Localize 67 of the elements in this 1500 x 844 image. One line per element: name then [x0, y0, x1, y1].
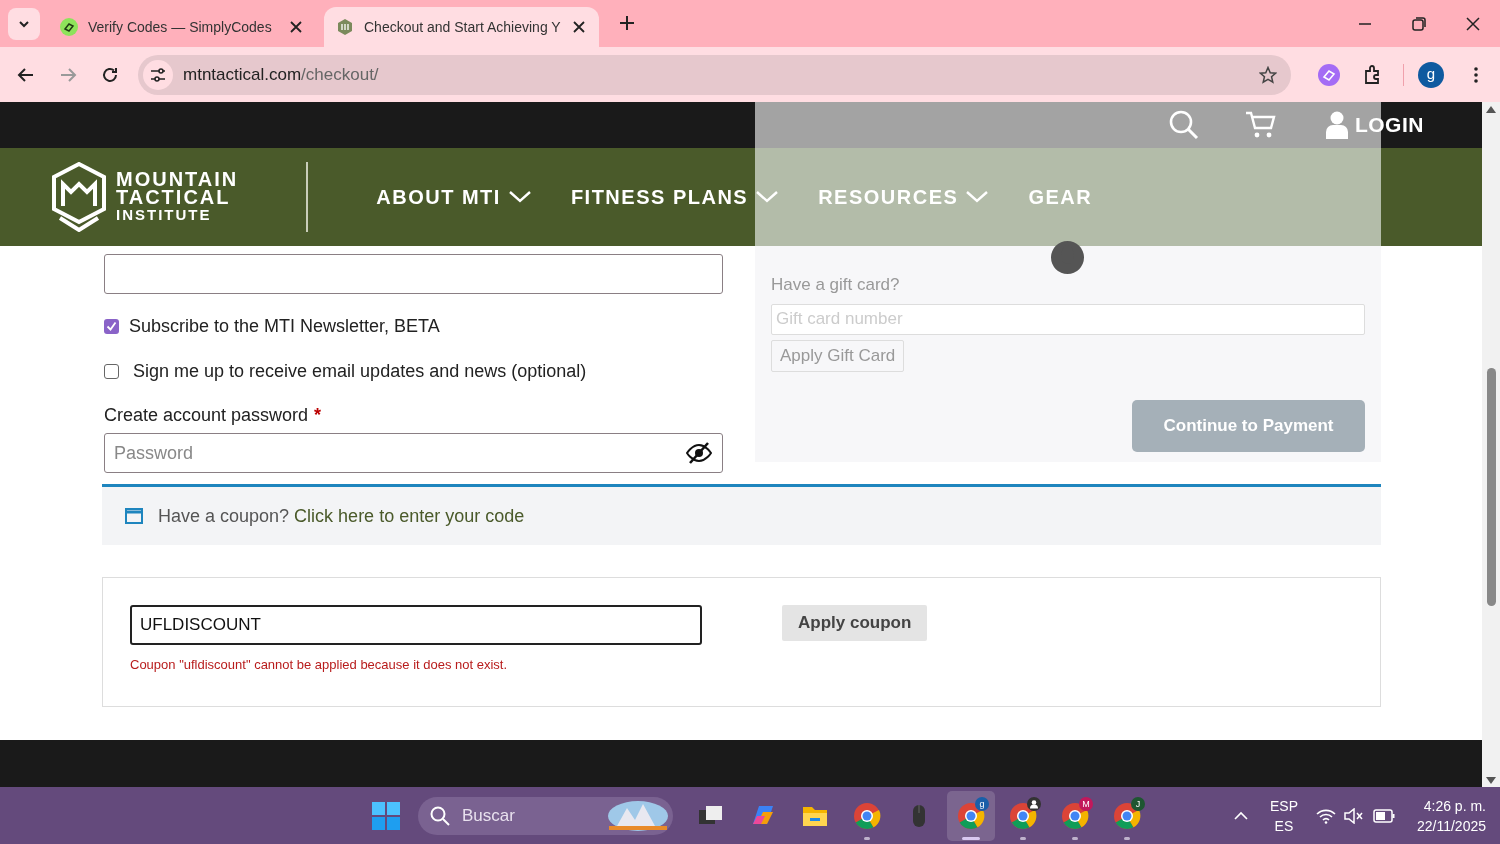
loading-spinner-icon [1051, 241, 1084, 274]
star-icon[interactable] [1259, 65, 1277, 84]
browser-tab[interactable]: Verify Codes — SimplyCodes [48, 7, 316, 47]
checkbox[interactable] [104, 319, 119, 334]
profile-badge: M [1079, 796, 1093, 811]
checkbox-label: Subscribe to the MTI Newsletter, BETA [129, 315, 440, 338]
url-text: mtntactical.com/checkout/ [183, 63, 379, 86]
reload-icon[interactable] [101, 65, 119, 84]
eye-slash-icon[interactable] [686, 442, 712, 464]
tab-title: Checkout and Start Achieving Y [364, 17, 561, 37]
tab-title: Verify Codes — SimplyCodes [88, 17, 273, 37]
clock[interactable]: 4:26 p. m. 22/11/2025 [1416, 795, 1486, 836]
scrollbar[interactable] [1482, 102, 1500, 787]
profile-badge: J [1131, 796, 1145, 811]
scrollbar-thumb[interactable] [1486, 368, 1496, 606]
site-settings-icon[interactable] [143, 59, 173, 90]
logo-text: INSTITUTE [116, 206, 213, 224]
chevron-down-icon [756, 191, 779, 203]
logo-text: MOUNTAIN [116, 170, 239, 188]
search-icon [430, 805, 450, 826]
text-input[interactable] [104, 254, 723, 294]
error-message: Coupon "ufldiscount" cannot be applied because it does not exist. [130, 656, 509, 674]
mti-logo-icon [52, 162, 106, 232]
search-placeholder: Buscar [462, 804, 515, 827]
chrome-icon [853, 801, 881, 830]
required-mark: * [314, 404, 322, 427]
muted-speaker-icon[interactable] [1343, 807, 1364, 824]
profile-avatar[interactable]: g [1418, 61, 1444, 88]
taskbar-app[interactable]: M [1051, 790, 1099, 841]
chrome-icon [1113, 801, 1141, 830]
enter-code-link[interactable]: Click here to enter your code [294, 505, 525, 526]
plus-icon[interactable] [618, 15, 635, 31]
shield-icon [336, 18, 354, 36]
user-icon [1324, 111, 1349, 139]
checkbox[interactable] [104, 364, 119, 379]
start-button[interactable] [372, 801, 400, 830]
person-badge-icon [1027, 796, 1041, 811]
taskbar-app[interactable]: g [947, 790, 995, 841]
restore-icon[interactable] [1412, 16, 1426, 31]
tab-search-button[interactable] [8, 8, 40, 40]
coupon-code-field[interactable]: UFLDISCOUNT [130, 605, 702, 645]
taskbar-search[interactable]: Buscar [418, 796, 673, 835]
chevron-down-icon [508, 191, 531, 203]
browser-tab[interactable]: Checkout and Start Achieving Y [324, 7, 599, 47]
close-icon[interactable] [1466, 16, 1480, 31]
field-label: Create account password [104, 404, 309, 427]
language-indicator[interactable]: ESP ES [1269, 795, 1298, 836]
apply-coupon-button[interactable]: Apply coupon [782, 605, 928, 641]
profile-badge: g [975, 796, 989, 811]
mountain-landscape-icon [607, 799, 669, 832]
window-icon [125, 508, 143, 524]
battery-icon[interactable] [1372, 808, 1395, 823]
coupon-notice-text: Have a coupon? Click here to enter your code [158, 504, 525, 528]
checkbox-label: Sign me up to receive email updates and news (optional) [133, 360, 587, 383]
tag-icon [60, 18, 78, 36]
chrome-icon [957, 801, 985, 830]
nav-link[interactable]: FITNESS PLANS [570, 182, 779, 212]
chrome-icon [1061, 801, 1089, 830]
nav-link[interactable]: ABOUT MTI [376, 182, 531, 212]
back-arrow-icon[interactable] [17, 65, 35, 84]
taskbar-app[interactable]: J [1103, 790, 1151, 841]
gift-card-heading: Have a gift card? [771, 274, 901, 296]
chevron-down-icon [966, 191, 989, 203]
wifi-icon[interactable] [1315, 807, 1336, 824]
logo-text: TACTICAL [116, 188, 232, 206]
password-field[interactable]: Password [104, 433, 723, 473]
address-bar[interactable]: mtntactical.com/checkout/ [138, 54, 1291, 95]
